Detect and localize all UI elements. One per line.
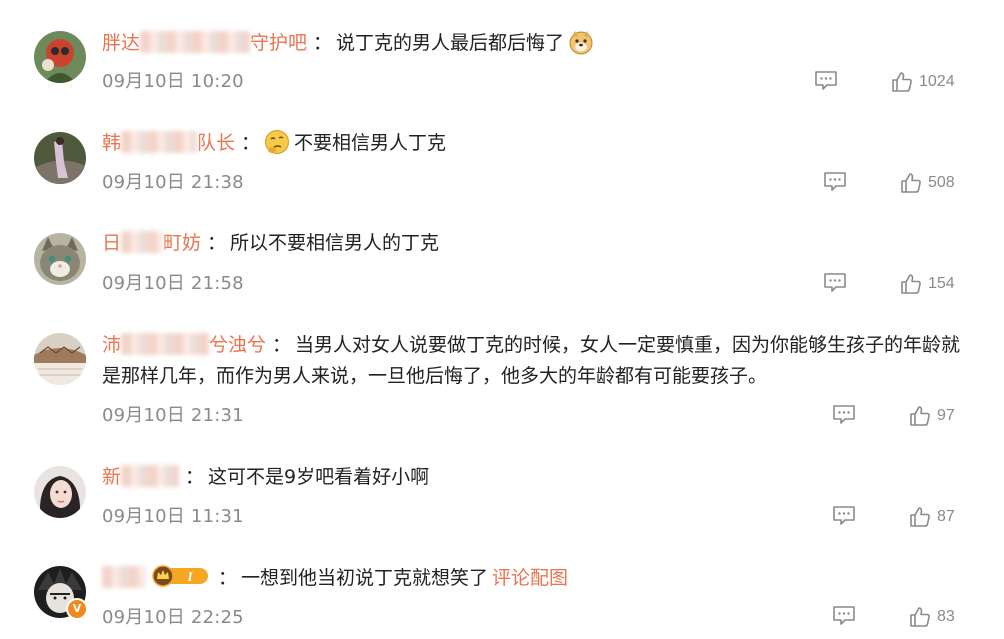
thumbs-up-icon <box>901 173 921 193</box>
avatar-image <box>34 31 86 83</box>
avatar[interactable] <box>34 333 86 385</box>
avatar-image <box>34 333 86 385</box>
username-link[interactable]: 韩 队长 <box>102 128 235 159</box>
avatar[interactable] <box>34 233 86 285</box>
comment-separator: ： <box>218 567 238 589</box>
badge-level: I <box>186 569 193 584</box>
reply-button[interactable] <box>832 505 856 527</box>
reply-button[interactable] <box>814 70 838 92</box>
comment-time: 09月10日 22:25 <box>102 607 244 628</box>
thumbs-up-icon <box>910 406 930 426</box>
avatar-image <box>34 233 86 285</box>
username-suffix: 兮浊兮 <box>209 334 267 356</box>
comment-body: 沛兮浊兮：当男人对女人说要做丁克的时候，女人一定要慎重，因为你能够生孩子的年龄就… <box>102 330 964 392</box>
comment-icon <box>815 71 837 90</box>
username-prefix: 韩 <box>102 132 122 154</box>
comment-body: 日 町妨：所以不要相信男人的丁克 <box>102 228 964 259</box>
comment-image-link[interactable]: 评论配图 <box>492 567 568 589</box>
comment-list: 胖达 守护吧：说丁克的男人最后都后悔了 09月10日 10:20 1024 韩 … <box>0 0 1004 639</box>
username-redaction <box>121 465 180 487</box>
username-suffix: 队长 <box>197 132 236 154</box>
like-count: 83 <box>937 608 955 625</box>
like-button[interactable]: 83 <box>909 605 955 629</box>
comment-time: 09月10日 21:58 <box>102 273 244 294</box>
thumbs-up-icon <box>910 507 930 527</box>
like-button[interactable]: 508 <box>900 171 955 195</box>
like-button[interactable]: 154 <box>900 272 955 296</box>
doge-emoji-icon <box>569 31 593 55</box>
like-count: 97 <box>937 407 955 424</box>
like-count: 1024 <box>919 73 955 90</box>
like-count: 154 <box>928 275 955 292</box>
comment-time: 09月10日 21:38 <box>102 172 244 193</box>
reply-button[interactable] <box>823 272 847 294</box>
thumbs-up-icon <box>901 274 921 294</box>
comment-text: 这可不是9岁吧看着好小啊 <box>208 466 430 488</box>
comment-time: 09月10日 21:31 <box>102 405 244 426</box>
username-link[interactable]: 沛 兮浊兮 <box>102 330 266 361</box>
comment-separator: ： <box>185 466 205 488</box>
username-link[interactable] <box>102 563 146 594</box>
comment-text: 一想到他当初说丁克就想笑了 <box>241 567 489 589</box>
username-redaction <box>121 333 210 355</box>
comment-text: 所以不要相信男人的丁克 <box>230 232 440 254</box>
comment-icon <box>833 606 855 625</box>
username-prefix: 新 <box>102 466 122 488</box>
comment-time: 09月10日 10:20 <box>102 71 244 92</box>
comment-body: 新 ：这可不是9岁吧看着好小啊 <box>102 462 964 493</box>
username-suffix: 守护吧 <box>250 32 308 54</box>
comment-icon <box>833 506 855 525</box>
comment-icon <box>824 172 846 191</box>
avatar[interactable] <box>34 466 86 518</box>
reply-button[interactable] <box>823 171 847 193</box>
avatar-image <box>34 132 86 184</box>
username-prefix: 胖达 <box>102 32 141 54</box>
username-redaction <box>121 131 198 153</box>
username-link[interactable]: 日 町妨 <box>102 228 201 259</box>
thinking-emoji-icon <box>265 130 290 154</box>
username-prefix: 日 <box>102 232 122 254</box>
username-link[interactable]: 新 <box>102 462 180 493</box>
username-redaction <box>140 31 251 53</box>
avatar[interactable] <box>34 31 86 83</box>
comment-text: 不要相信男人丁克 <box>294 132 447 154</box>
comment-icon <box>833 405 855 424</box>
verified-badge: V <box>66 598 88 620</box>
thumbs-up-icon <box>910 607 930 627</box>
thumbs-up-icon <box>892 72 912 92</box>
avatar[interactable] <box>34 132 86 184</box>
comment-separator: ： <box>272 334 292 356</box>
comment-icon <box>824 273 846 292</box>
crown-badge-icon: I <box>152 565 208 587</box>
like-count: 87 <box>937 508 955 525</box>
comment-body: 韩 队长： 不要相信男人丁克 <box>102 128 964 159</box>
reply-button[interactable] <box>832 404 856 426</box>
comment-time: 09月10日 11:31 <box>102 506 244 527</box>
like-button[interactable]: 97 <box>909 404 955 428</box>
member-level-badge[interactable]: I <box>152 565 210 597</box>
like-count: 508 <box>928 174 955 191</box>
comment-separator: ： <box>207 232 227 254</box>
username-suffix: 町妨 <box>163 232 202 254</box>
comment-separator: ： <box>313 32 333 54</box>
username-prefix: 沛 <box>102 334 122 356</box>
like-button[interactable]: 87 <box>909 505 955 529</box>
reply-button[interactable] <box>832 605 856 627</box>
username-link[interactable]: 胖达 守护吧 <box>102 28 307 59</box>
username-redaction <box>102 566 146 588</box>
avatar-image <box>34 466 86 518</box>
comment-body: 胖达 守护吧：说丁克的男人最后都后悔了 <box>102 28 964 59</box>
comment-body: I ：一想到他当初说丁克就想笑了 评论配图 <box>102 563 964 597</box>
avatar[interactable]: V <box>34 566 88 620</box>
comment-separator: ： <box>241 132 261 154</box>
comment-text: 说丁克的男人最后都后悔了 <box>336 32 565 54</box>
username-redaction <box>121 231 164 253</box>
like-button[interactable]: 1024 <box>891 70 955 94</box>
